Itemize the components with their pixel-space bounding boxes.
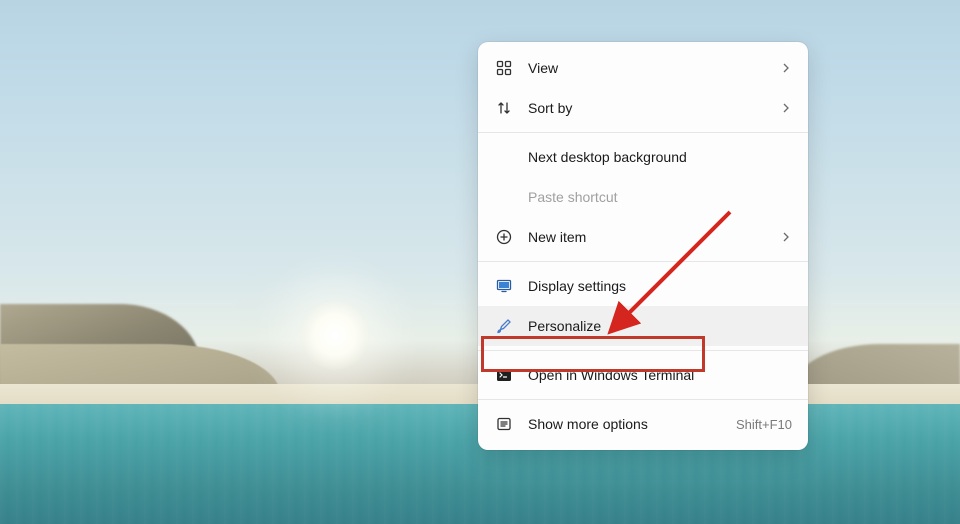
display-icon — [494, 276, 514, 296]
menu-item-sort-by[interactable]: Sort by — [478, 88, 808, 128]
menu-item-label: Paste shortcut — [528, 189, 792, 205]
grid-icon — [494, 58, 514, 78]
menu-item-label: View — [528, 60, 780, 76]
menu-item-label: Open in Windows Terminal — [528, 367, 792, 383]
terminal-icon — [494, 365, 514, 385]
menu-item-view[interactable]: View — [478, 48, 808, 88]
menu-item-next-desktop-background[interactable]: Next desktop background — [478, 137, 808, 177]
menu-item-label: Next desktop background — [528, 149, 792, 165]
menu-item-show-more-options[interactable]: Show more options Shift+F10 — [478, 404, 808, 444]
menu-item-display-settings[interactable]: Display settings — [478, 266, 808, 306]
menu-item-new-item[interactable]: New item — [478, 217, 808, 257]
menu-item-paste-shortcut: Paste shortcut — [478, 177, 808, 217]
menu-separator — [478, 261, 808, 262]
menu-item-label: Display settings — [528, 278, 792, 294]
menu-item-label: Personalize — [528, 318, 792, 334]
wallpaper-sun — [300, 300, 370, 370]
more-options-icon — [494, 414, 514, 434]
desktop-context-menu: View Sort by Next desktop background Pas… — [478, 42, 808, 450]
chevron-right-icon — [780, 102, 792, 114]
menu-item-personalize[interactable]: Personalize — [478, 306, 808, 346]
chevron-right-icon — [780, 62, 792, 74]
menu-item-shortcut: Shift+F10 — [736, 417, 792, 432]
menu-separator — [478, 132, 808, 133]
menu-separator — [478, 350, 808, 351]
menu-separator — [478, 399, 808, 400]
menu-item-open-windows-terminal[interactable]: Open in Windows Terminal — [478, 355, 808, 395]
brush-icon — [494, 316, 514, 336]
menu-item-label: Sort by — [528, 100, 780, 116]
menu-item-label: Show more options — [528, 416, 736, 432]
chevron-right-icon — [780, 231, 792, 243]
menu-item-label: New item — [528, 229, 780, 245]
plus-circle-icon — [494, 227, 514, 247]
sort-icon — [494, 98, 514, 118]
